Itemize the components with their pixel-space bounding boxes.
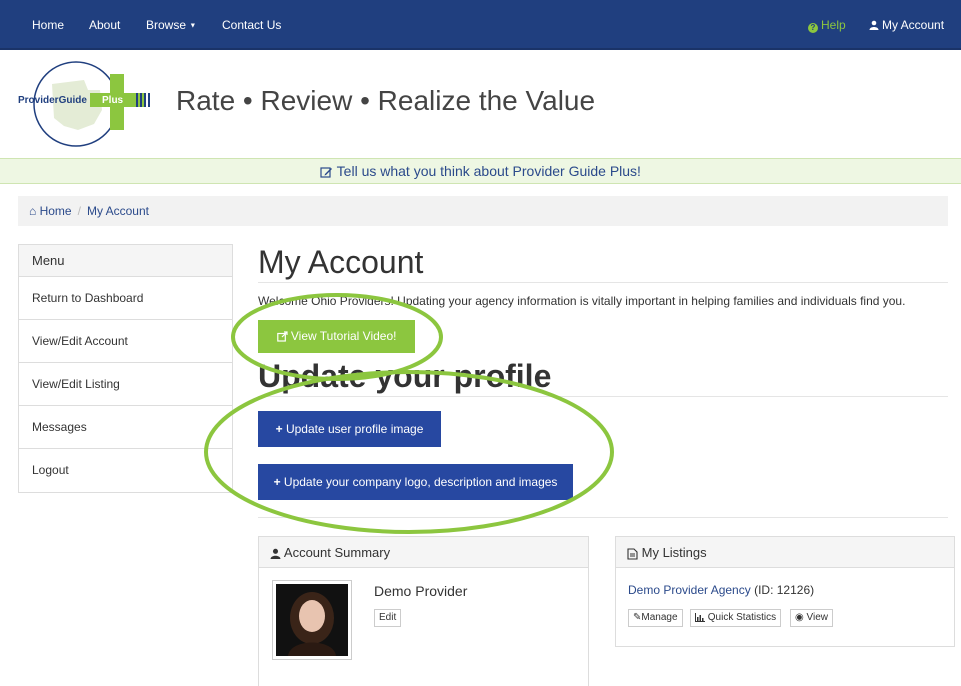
breadcrumb-current[interactable]: My Account <box>87 204 149 218</box>
account-summary-header: Account Summary <box>259 537 588 568</box>
feedback-banner-text: Tell us what you think about Provider Gu… <box>336 163 641 179</box>
account-summary-panel: Account Summary Demo Provider Edit <box>258 536 589 686</box>
nav-help-link[interactable]: ? Help <box>808 18 846 33</box>
view-tutorial-video-label: View Tutorial Video! <box>290 329 397 343</box>
account-summary-title: Account Summary <box>283 545 391 560</box>
avatar <box>272 580 352 660</box>
manage-listing-button[interactable]: ✎Manage <box>628 609 683 627</box>
update-company-info-label: Update your company logo, description an… <box>283 475 558 489</box>
divider <box>258 282 948 283</box>
divider <box>258 517 948 518</box>
listing-id: (ID: 12126) <box>754 583 815 597</box>
site-logo[interactable]: ProviderGuide Plus <box>18 60 152 150</box>
chevron-down-icon: ▼ <box>189 22 197 30</box>
plus-icon: + <box>275 422 283 436</box>
view-label: View <box>806 612 829 623</box>
sidebar-item-return-to-dashboard[interactable]: Return to Dashboard <box>19 277 232 320</box>
logo-text-plus: Plus <box>102 95 124 106</box>
section-title: Update your profile <box>258 358 552 394</box>
edit-account-button[interactable]: Edit <box>374 609 402 627</box>
external-link-icon <box>276 331 288 342</box>
nav-my-account-label: My Account <box>882 18 945 32</box>
plus-icon: + <box>273 475 281 489</box>
update-company-info-button[interactable]: + Update your company logo, description … <box>258 464 573 500</box>
eye-icon: ◉ <box>795 612 804 623</box>
avatar-silhouette <box>288 592 336 656</box>
logo-text: ProviderGuide <box>18 95 87 106</box>
user-icon <box>270 548 281 560</box>
breadcrumb: ⌂ Home / My Account <box>18 196 948 226</box>
view-listing-button[interactable]: ◉ View <box>790 609 834 627</box>
site-tagline: Rate • Review • Realize the Value <box>176 85 596 116</box>
my-listings-title: My Listings <box>641 545 707 560</box>
home-icon: ⌂ <box>29 204 37 218</box>
listing-link[interactable]: Demo Provider Agency (ID: 12126) <box>628 583 814 597</box>
update-profile-image-label: Update user profile image <box>285 422 424 436</box>
view-tutorial-video-button[interactable]: View Tutorial Video! <box>258 320 415 353</box>
feedback-banner-link[interactable]: Tell us what you think about Provider Gu… <box>0 158 961 184</box>
quick-statistics-label: Quick Statistics <box>707 612 777 623</box>
nav-my-account-link[interactable]: My Account <box>869 18 944 32</box>
nav-browse-dropdown[interactable]: Browse ▼ <box>146 18 196 32</box>
account-name: Demo Provider <box>374 583 468 599</box>
sidebar-menu-title: Menu <box>19 245 232 277</box>
nav-home-link[interactable]: Home <box>32 18 64 32</box>
question-circle-icon: ? <box>808 23 818 33</box>
welcome-message: Welcome Ohio Providers! Updating your ag… <box>258 294 906 308</box>
top-navbar: Home About Browse ▼ Contact Us ? Help My … <box>0 0 961 50</box>
edit-icon <box>320 167 333 178</box>
update-profile-image-button[interactable]: + Update user profile image <box>258 411 441 447</box>
nav-help-label: Help <box>821 18 846 32</box>
bar-chart-icon <box>695 612 705 622</box>
breadcrumb-home-label: Home <box>39 204 72 218</box>
sidebar-item-view-edit-listing[interactable]: View/Edit Listing <box>19 363 232 406</box>
listing-name: Demo Provider Agency <box>628 583 751 597</box>
manage-label: Manage <box>641 612 678 623</box>
breadcrumb-separator: / <box>77 204 81 218</box>
my-listings-panel: My Listings Demo Provider Agency (ID: 12… <box>615 536 955 647</box>
sidebar-item-logout[interactable]: Logout <box>19 449 232 492</box>
page-title: My Account <box>258 244 424 280</box>
sidebar-item-messages[interactable]: Messages <box>19 406 232 449</box>
breadcrumb-home-link[interactable]: ⌂ Home <box>29 204 72 218</box>
my-listings-header: My Listings <box>616 537 954 568</box>
user-icon <box>869 20 879 30</box>
divider <box>258 396 948 397</box>
quick-statistics-button[interactable]: Quick Statistics <box>690 609 782 627</box>
sidebar-item-view-edit-account[interactable]: View/Edit Account <box>19 320 232 363</box>
nav-about-link[interactable]: About <box>89 18 120 32</box>
nav-contact-link[interactable]: Contact Us <box>222 18 281 32</box>
document-icon <box>627 548 638 560</box>
sidebar-menu: Menu Return to Dashboard View/Edit Accou… <box>18 244 233 493</box>
nav-browse-label: Browse <box>146 18 187 32</box>
avatar-photo <box>276 584 348 656</box>
